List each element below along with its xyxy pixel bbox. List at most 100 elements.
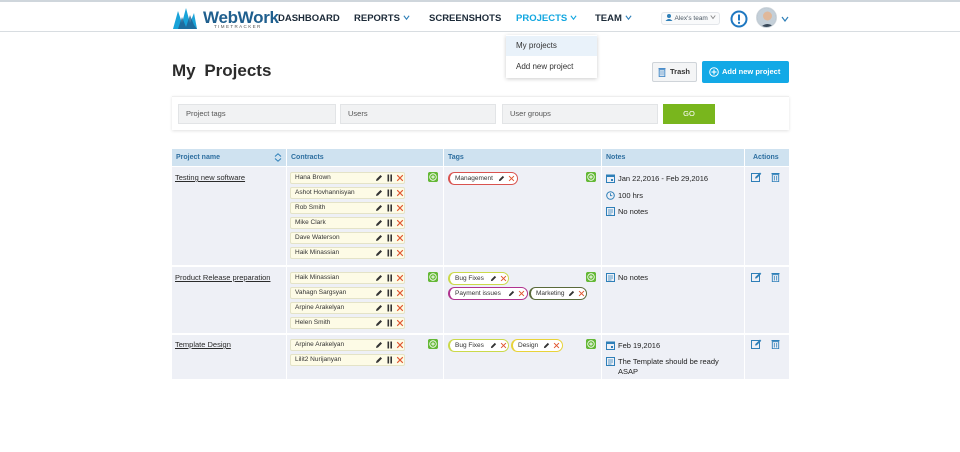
user-avatar[interactable]	[756, 7, 777, 28]
remove-x-icon[interactable]	[396, 204, 404, 212]
projects-table: Project name Contracts Tags Notes Action…	[172, 149, 789, 379]
remove-x-icon[interactable]	[396, 356, 404, 364]
pause-icon[interactable]	[387, 356, 393, 364]
edit-pencil-icon[interactable]	[375, 249, 383, 257]
edit-pencil-icon[interactable]	[498, 175, 505, 182]
logo-mark-icon	[173, 8, 197, 29]
project-note: No notes	[618, 273, 649, 282]
menu-item-my-projects[interactable]: My projects	[506, 36, 597, 56]
column-divider	[601, 149, 602, 379]
table-row: Testing new software Hana Brown Ashot Ho…	[172, 166, 789, 265]
pause-icon[interactable]	[387, 341, 393, 349]
edit-pencil-icon[interactable]	[375, 356, 383, 364]
edit-pencil-icon[interactable]	[375, 219, 383, 227]
edit-pencil-icon[interactable]	[508, 290, 515, 297]
pause-icon[interactable]	[387, 274, 393, 282]
tag-chip: Design	[511, 339, 563, 352]
edit-pencil-icon[interactable]	[375, 319, 383, 327]
pause-icon[interactable]	[387, 174, 393, 182]
go-button[interactable]: GO	[663, 104, 715, 124]
edit-pencil-icon[interactable]	[375, 189, 383, 197]
edit-pencil-icon[interactable]	[375, 174, 383, 182]
add-tag-icon[interactable]	[586, 339, 596, 349]
pause-icon[interactable]	[387, 319, 393, 327]
users-input[interactable]: Users	[340, 104, 496, 124]
edit-pencil-icon[interactable]	[375, 274, 383, 282]
edit-pencil-icon[interactable]	[375, 204, 383, 212]
trash-button[interactable]: Trash	[652, 62, 697, 82]
nav-reports[interactable]: REPORTS	[354, 13, 410, 24]
edit-pencil-icon[interactable]	[375, 289, 383, 297]
contract-item: Hana Brown	[290, 172, 405, 184]
remove-x-icon[interactable]	[396, 189, 404, 197]
edit-pencil-icon[interactable]	[375, 234, 383, 242]
pause-icon[interactable]	[387, 304, 393, 312]
col-header-project-name[interactable]: Project name	[172, 149, 286, 166]
edit-pencil-icon[interactable]	[375, 341, 383, 349]
tag-chip: Marketing	[529, 287, 587, 300]
edit-project-icon[interactable]	[751, 172, 762, 182]
col-header-actions: Actions	[745, 149, 789, 166]
remove-x-icon[interactable]	[396, 341, 404, 349]
project-name-link[interactable]: Template Design	[175, 340, 231, 349]
project-name-link[interactable]: Testing new software	[175, 173, 245, 182]
user-groups-input[interactable]: User groups	[502, 104, 658, 124]
add-tag-icon[interactable]	[586, 172, 596, 182]
menu-item-add-new-project[interactable]: Add new project	[506, 57, 597, 77]
pause-icon[interactable]	[387, 204, 393, 212]
remove-x-icon[interactable]	[500, 275, 507, 282]
chevron-down-icon	[710, 15, 716, 20]
remove-x-icon[interactable]	[396, 319, 404, 327]
remove-x-icon[interactable]	[500, 342, 507, 349]
add-contract-icon[interactable]	[428, 172, 438, 182]
nav-projects[interactable]: PROJECTS	[516, 13, 577, 24]
remove-x-icon[interactable]	[396, 234, 404, 242]
clock-icon	[606, 191, 615, 200]
remove-x-icon[interactable]	[518, 290, 525, 297]
remove-x-icon[interactable]	[396, 304, 404, 312]
add-contract-icon[interactable]	[428, 272, 438, 282]
edit-pencil-icon[interactable]	[543, 342, 550, 349]
nav-screenshots[interactable]: SCREENSHOTS	[429, 13, 501, 24]
project-tags-input[interactable]: Project tags	[178, 104, 336, 124]
notification-icon[interactable]	[730, 10, 748, 28]
chevron-down-icon[interactable]	[781, 15, 789, 23]
column-divider	[443, 149, 444, 379]
edit-pencil-icon[interactable]	[490, 275, 497, 282]
nav-dashboard[interactable]: DASHBOARD	[278, 13, 340, 24]
project-name-link[interactable]: Product Release preparation	[175, 273, 270, 282]
sort-icon[interactable]	[274, 153, 282, 162]
team-selector[interactable]: Alex's team	[661, 12, 720, 25]
delete-project-icon[interactable]	[771, 339, 780, 349]
pause-icon[interactable]	[387, 249, 393, 257]
remove-x-icon[interactable]	[508, 175, 515, 182]
remove-x-icon[interactable]	[396, 249, 404, 257]
webwork-logo[interactable]: WebWork TIMETRACKER	[172, 5, 279, 31]
remove-x-icon[interactable]	[396, 289, 404, 297]
delete-project-icon[interactable]	[771, 272, 780, 282]
remove-x-icon[interactable]	[578, 290, 585, 297]
pause-icon[interactable]	[387, 234, 393, 242]
add-new-project-button[interactable]: Add new project	[702, 61, 789, 83]
edit-pencil-icon[interactable]	[375, 304, 383, 312]
chevron-down-icon	[403, 15, 410, 21]
contract-item: Mike Clark	[290, 217, 405, 229]
remove-x-icon[interactable]	[553, 342, 560, 349]
trash-icon	[658, 68, 666, 77]
add-new-project-label: Add new project	[722, 67, 781, 76]
edit-project-icon[interactable]	[751, 339, 762, 349]
nav-team[interactable]: TEAM	[595, 13, 632, 24]
edit-pencil-icon[interactable]	[490, 342, 497, 349]
pause-icon[interactable]	[387, 219, 393, 227]
remove-x-icon[interactable]	[396, 174, 404, 182]
delete-project-icon[interactable]	[771, 172, 780, 182]
pause-icon[interactable]	[387, 189, 393, 197]
contract-item: Arpine Arakelyan	[290, 302, 405, 314]
add-contract-icon[interactable]	[428, 339, 438, 349]
remove-x-icon[interactable]	[396, 219, 404, 227]
edit-pencil-icon[interactable]	[568, 290, 575, 297]
add-tag-icon[interactable]	[586, 272, 596, 282]
edit-project-icon[interactable]	[751, 272, 762, 282]
pause-icon[interactable]	[387, 289, 393, 297]
remove-x-icon[interactable]	[396, 274, 404, 282]
